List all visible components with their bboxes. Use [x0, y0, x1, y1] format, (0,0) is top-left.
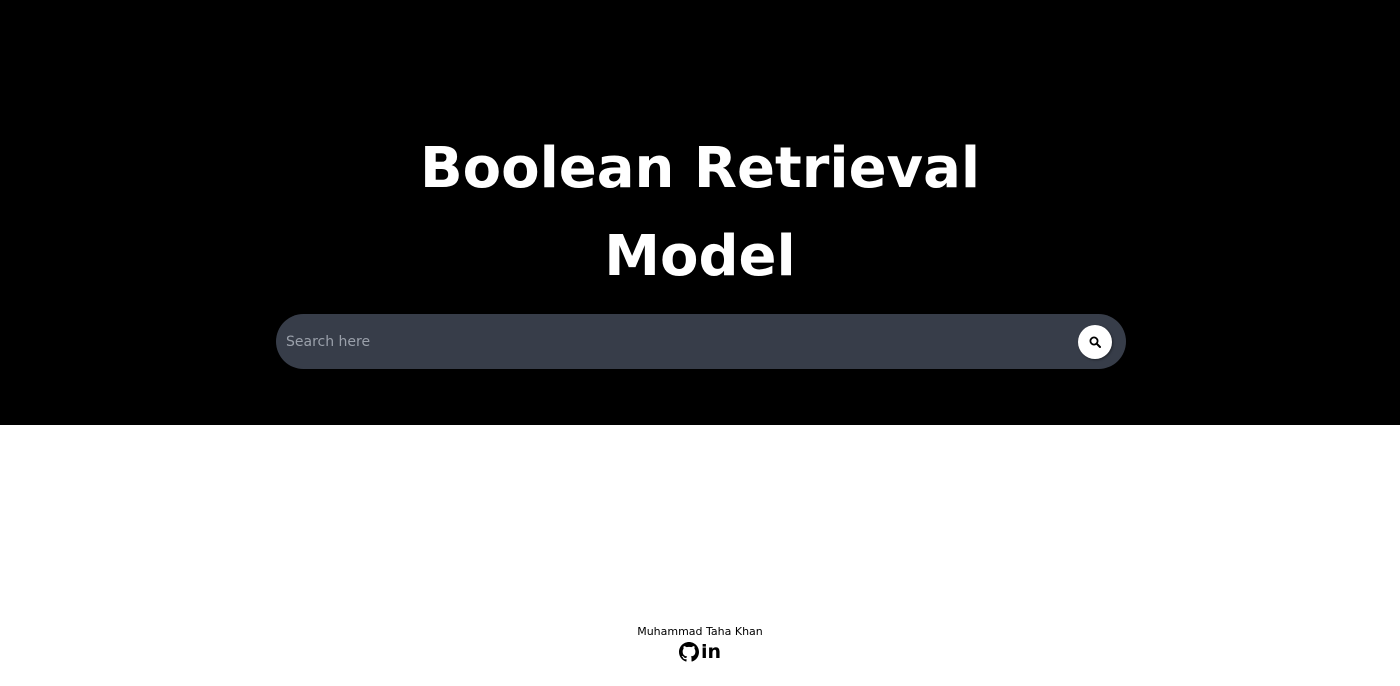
search-button[interactable]	[1078, 325, 1112, 359]
social-links: in	[679, 642, 725, 662]
linkedin-link[interactable]: in	[701, 642, 723, 662]
hero-section: Boolean Retrieval Model	[0, 0, 1400, 425]
author-name: Muhammad Taha Khan	[637, 625, 763, 638]
github-link[interactable]	[679, 642, 699, 662]
page-title-line-2: Model	[604, 224, 796, 289]
page-title-line-1: Boolean Retrieval	[419, 136, 981, 201]
linkedin-icon: in	[701, 641, 722, 663]
github-icon	[679, 642, 699, 662]
search-bar	[276, 314, 1126, 369]
search-icon	[1089, 336, 1101, 348]
search-input[interactable]	[286, 314, 1066, 369]
